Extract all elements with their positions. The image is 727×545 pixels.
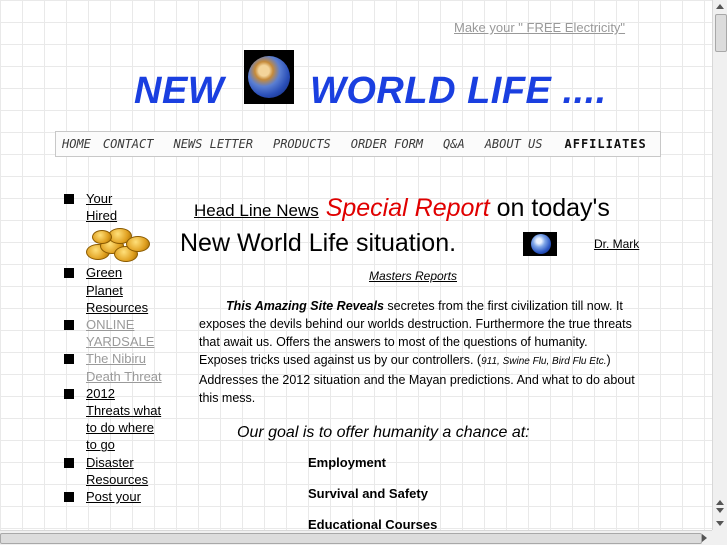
bullet-icon: [64, 388, 74, 399]
globe-icon: [244, 50, 294, 104]
nav-about-us[interactable]: ABOUT US: [485, 137, 543, 151]
headline: Head Line News Special Report on today's: [180, 192, 650, 227]
masters-reports-link[interactable]: Masters Reports: [176, 269, 650, 283]
scroll-up-icon[interactable]: [716, 4, 724, 9]
sidebar-item-disaster-resources[interactable]: Disaster Resources: [62, 454, 162, 488]
free-electricity-link[interactable]: Make your " FREE Electricity": [454, 20, 625, 35]
scroll-corner: [712, 530, 727, 545]
nav-home[interactable]: HOME: [62, 137, 91, 151]
nav-newsletter[interactable]: NEWS LETTER: [173, 137, 252, 151]
special-report-text: Special Report: [325, 194, 490, 222]
main-nav: HOME CONTACT NEWS LETTER PRODUCTS ORDER …: [55, 131, 661, 157]
main-content: Head Line News Special Report on today's…: [180, 192, 650, 532]
gold-coins-icon: [86, 226, 150, 263]
banner-title-new: NEW: [134, 70, 225, 112]
horizontal-scrollbar[interactable]: [0, 530, 712, 545]
intro-lead: This Amazing Site Reveals: [226, 298, 384, 313]
site-banner: NEW WORLD LIFE ....: [134, 50, 634, 126]
scroll-down-icon[interactable]: [716, 508, 724, 513]
goal-heading: Our goal is to offer humanity a chance a…: [237, 423, 530, 441]
sidebar-item-your-hired[interactable]: Your Hired: [62, 190, 162, 263]
offer-survival: Survival and Safety: [308, 485, 428, 501]
headline-news-link[interactable]: Head Line News: [194, 201, 319, 220]
vertical-scroll-thumb[interactable]: [715, 14, 727, 52]
sidebar-item-post-your[interactable]: Post your: [62, 488, 162, 505]
headline-tail: on today's: [489, 194, 610, 222]
dr-mark-link[interactable]: Dr. Mark: [594, 237, 639, 251]
sidebar-item-2012-threats[interactable]: 2012 Threats what to do where to go: [62, 385, 162, 454]
bullet-icon: [64, 194, 74, 204]
intro-paragraph: This Amazing Site Reveals secretes from …: [180, 297, 639, 407]
headline-situation: New World Life situation.: [180, 229, 457, 257]
sidebar-item-green-planet[interactable]: Green Planet Resources: [62, 264, 162, 316]
nav-products[interactable]: PRODUCTS: [273, 137, 331, 151]
offer-employment: Employment: [308, 454, 387, 470]
bullet-icon: [64, 354, 74, 365]
horizontal-scroll-thumb[interactable]: [0, 533, 702, 544]
sidebar-item-nibiru[interactable]: The Nibiru Death Threat: [62, 350, 162, 384]
nav-order-form[interactable]: ORDER FORM: [351, 137, 423, 151]
nav-contact[interactable]: CONTACT: [103, 137, 154, 151]
scroll-down-icon[interactable]: [716, 521, 724, 526]
nav-qa[interactable]: Q&A: [443, 137, 465, 151]
sidebar-item-online-yardsale[interactable]: ONLINE YARDSALE: [62, 316, 162, 350]
bullet-icon: [64, 492, 74, 503]
bullet-icon: [64, 457, 74, 468]
scroll-up-icon[interactable]: [716, 500, 724, 505]
scroll-right-icon[interactable]: [702, 534, 707, 542]
bullet-icon: [64, 268, 74, 279]
intro-small-text: 911, Swine Flu, Bird Flu Etc.: [481, 355, 607, 367]
sidebar: Your Hired Green Planet Resources ONLINE…: [62, 190, 162, 505]
vertical-scrollbar[interactable]: [712, 0, 727, 530]
bullet-icon: [64, 320, 74, 331]
nav-affiliates[interactable]: AFFILIATES: [565, 137, 647, 151]
banner-title-world-life: WORLD LIFE ....: [310, 70, 607, 112]
earth-icon: [523, 232, 558, 257]
headline-line2: New World Life situation. Dr. Mark: [180, 227, 650, 261]
